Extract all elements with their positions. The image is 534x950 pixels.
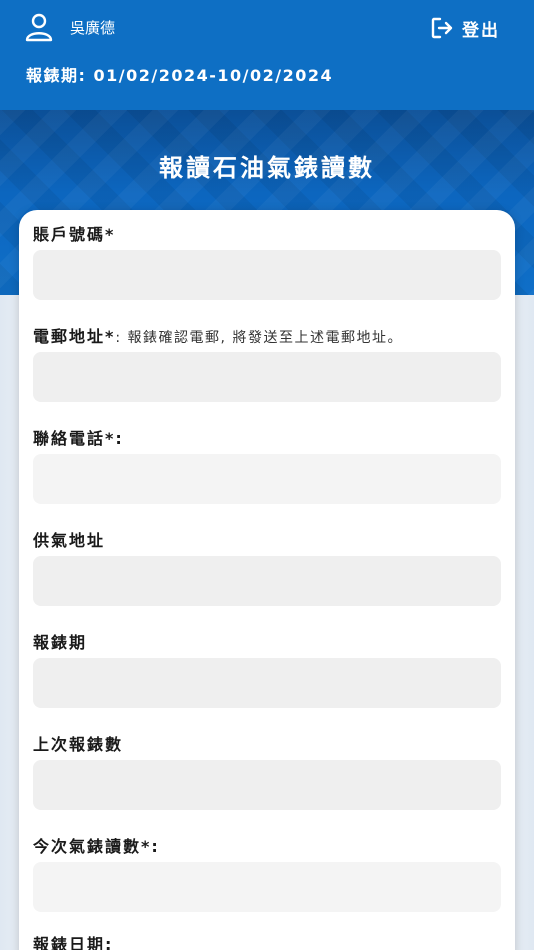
last-reading-input[interactable] [33,760,501,810]
page-title: 報讀石油氣錶讀數 [159,154,375,182]
logout-button[interactable]: 登出 [430,14,500,42]
email-label: 電郵地址* [33,327,116,346]
current-reading-field: 今次氣錶讀數*: [33,836,501,912]
phone-input[interactable] [33,454,501,504]
last-reading-label: 上次報錶數 [33,735,124,754]
supply-address-input[interactable] [33,556,501,606]
logout-label: 登出 [462,20,500,41]
account-number-field: 賬戶號碼* [33,224,501,300]
period-input[interactable] [33,658,501,708]
period-field: 報錶期 [33,632,501,708]
report-date-field: 報錶日期: [33,934,501,950]
current-reading-label: 今次氣錶讀數*: [33,837,160,856]
current-reading-input[interactable] [33,862,501,912]
period-label: 報錶期 [33,633,88,652]
user-icon [25,13,53,42]
supply-address-field: 供氣地址 [33,530,501,606]
page: 吳廣德 登出 報錶期: 01/02/2024-10/02/2024 報讀石油氣錶… [0,0,534,950]
report-date-label: 報錶日期: [33,935,114,950]
top-header: 吳廣德 登出 報錶期: 01/02/2024-10/02/2024 [0,0,534,110]
email-input[interactable] [33,352,501,402]
form-card: 賬戶號碼* 電郵地址*: 報錶確認電郵, 將發送至上述電郵地址。 聯絡電話*: … [19,210,515,950]
logout-icon [431,17,453,39]
user-name: 吳廣德 [70,19,116,37]
phone-field: 聯絡電話*: [33,428,501,504]
last-reading-field: 上次報錶數 [33,734,501,810]
account-number-input[interactable] [33,250,501,300]
email-note: : 報錶確認電郵, 將發送至上述電郵地址。 [115,330,403,346]
email-label-row: 電郵地址*: 報錶確認電郵, 將發送至上述電郵地址。 [33,326,501,348]
supply-address-label: 供氣地址 [33,531,106,550]
phone-label: 聯絡電話*: [33,429,124,448]
email-field: 電郵地址*: 報錶確認電郵, 將發送至上述電郵地址。 [33,326,501,402]
reporting-period: 報錶期: 01/02/2024-10/02/2024 [26,66,334,85]
account-number-label: 賬戶號碼* [33,225,116,244]
